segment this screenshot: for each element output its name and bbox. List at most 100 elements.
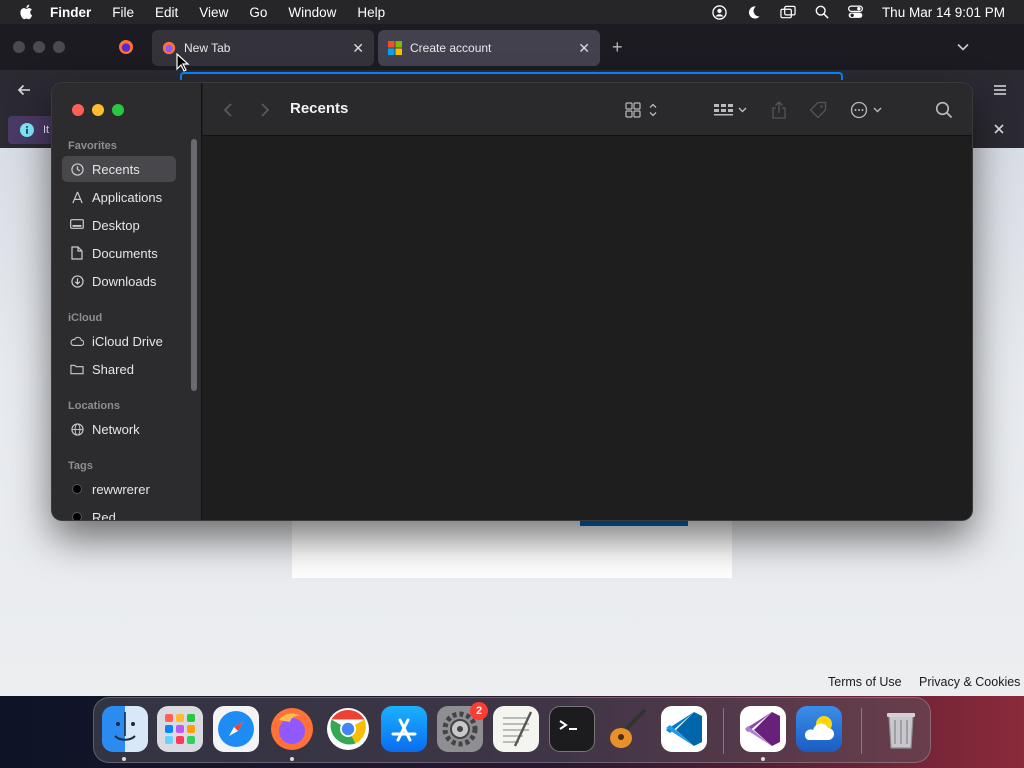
sidebar-item-applications[interactable]: Applications: [62, 184, 176, 210]
running-indicator: [122, 757, 126, 761]
sidebar-item-downloads[interactable]: Downloads: [62, 268, 176, 294]
sidebar-tag-red[interactable]: Red: [62, 504, 176, 520]
group-by-icon[interactable]: [713, 100, 749, 120]
back-arrow-icon[interactable]: [16, 82, 32, 98]
finder-sidebar: Favorites Recents Applications Desktop D…: [52, 83, 202, 520]
finder-file-area[interactable]: [203, 137, 972, 520]
finder-close-button[interactable]: [72, 104, 84, 116]
sidebar-item-shared[interactable]: Shared: [62, 356, 176, 382]
finder-app-icon[interactable]: [102, 706, 148, 752]
shared-folder-icon: [70, 362, 84, 376]
sidebar-scrollbar[interactable]: [191, 139, 197, 391]
dock-separator: [861, 708, 862, 754]
textedit-icon[interactable]: [493, 706, 539, 752]
sidebar-item-label: Documents: [92, 245, 158, 261]
document-icon: [70, 246, 84, 260]
sidebar-item-label: Applications: [92, 189, 163, 205]
tag-color-dot: [72, 512, 82, 520]
sidebar-tag-rewwrerer[interactable]: rewwrerer: [62, 476, 176, 502]
cloud-icon: [70, 334, 84, 348]
menu-view[interactable]: View: [199, 5, 228, 20]
menu-app-name[interactable]: Finder: [50, 5, 91, 20]
finder-zoom-button[interactable]: [112, 104, 124, 116]
sidebar-item-recents[interactable]: Recents: [62, 156, 176, 182]
desktop-icon: [70, 218, 84, 232]
menu-bar: Finder File Edit View Go Window Help Thu…: [0, 0, 1024, 24]
close-tab-icon[interactable]: ✕: [352, 40, 364, 57]
sidebar-item-desktop[interactable]: Desktop: [62, 212, 176, 238]
tab-title: New Tab: [184, 41, 231, 55]
tag-color-dot: [72, 484, 82, 494]
tag-icon[interactable]: [809, 100, 827, 120]
download-icon: [70, 274, 84, 288]
firefox-app-icon[interactable]: [269, 706, 315, 752]
weather-icon[interactable]: [796, 706, 842, 752]
visual-studio-icon[interactable]: [740, 706, 786, 752]
browser-close-button[interactable]: [13, 41, 25, 53]
privacy-link[interactable]: Privacy & Cookies: [919, 675, 1020, 689]
notification-badge: 2: [470, 702, 488, 720]
browser-minimize-button[interactable]: [33, 41, 45, 53]
menu-window[interactable]: Window: [288, 5, 336, 20]
control-center-icon[interactable]: [848, 4, 864, 20]
search-icon[interactable]: [935, 100, 953, 120]
dock: 2: [93, 697, 931, 763]
tab-title: Create account: [410, 41, 492, 55]
menu-icon[interactable]: [992, 82, 1008, 98]
new-tab-icon[interactable]: +: [612, 37, 623, 58]
mouse-cursor: [176, 53, 190, 72]
screen-mirroring-icon[interactable]: [780, 4, 796, 20]
apple-icon[interactable]: [18, 3, 36, 21]
app-store-icon[interactable]: [381, 706, 427, 752]
back-chevron-icon[interactable]: [223, 100, 233, 120]
more-actions-icon[interactable]: [850, 100, 886, 120]
sidebar-item-label: Shared: [92, 361, 134, 377]
info-icon: [20, 123, 34, 137]
clock-icon: [70, 162, 84, 176]
forward-chevron-icon[interactable]: [260, 100, 270, 120]
sidebar-item-documents[interactable]: Documents: [62, 240, 176, 266]
sidebar-section-tags: Tags: [68, 460, 93, 472]
terms-link[interactable]: Terms of Use: [828, 675, 902, 689]
close-tab-icon[interactable]: ✕: [578, 40, 590, 57]
user-icon[interactable]: [712, 4, 728, 20]
sidebar-item-label: Desktop: [92, 217, 140, 233]
terminal-icon[interactable]: [549, 706, 595, 752]
finder-title: Recents: [290, 100, 349, 117]
chevron-down-icon[interactable]: [956, 40, 970, 54]
menu-edit[interactable]: Edit: [155, 5, 178, 20]
next-button[interactable]: [580, 520, 688, 526]
firefox-view-icon[interactable]: [118, 39, 134, 55]
sidebar-item-icloud-drive[interactable]: iCloud Drive: [62, 328, 176, 354]
menu-file[interactable]: File: [112, 5, 134, 20]
icon-view-icon[interactable]: [625, 100, 657, 120]
sidebar-section-favorites: Favorites: [68, 140, 117, 152]
menu-clock[interactable]: Thu Mar 14 9:01 PM: [882, 5, 1005, 20]
tab-strip: New Tab ✕ Create account ✕ +: [0, 24, 1024, 70]
notification-pill: It: [8, 116, 58, 144]
url-bar[interactable]: [180, 72, 843, 80]
tab-create-account[interactable]: Create account ✕: [378, 30, 600, 66]
safari-icon[interactable]: [213, 706, 259, 752]
browser-zoom-button[interactable]: [53, 41, 65, 53]
share-icon[interactable]: [771, 100, 787, 120]
chrome-icon[interactable]: [325, 706, 371, 752]
sidebar-item-network[interactable]: Network: [62, 416, 176, 442]
close-icon[interactable]: [992, 122, 1006, 136]
applications-icon: [70, 190, 84, 204]
launchpad-icon[interactable]: [157, 706, 203, 752]
menu-go[interactable]: Go: [249, 5, 267, 20]
search-icon[interactable]: [814, 4, 830, 20]
vscode-icon[interactable]: [661, 706, 707, 752]
trash-icon[interactable]: [878, 706, 924, 752]
menu-help[interactable]: Help: [357, 5, 385, 20]
moon-icon[interactable]: [746, 4, 762, 20]
microsoft-icon: [388, 41, 402, 55]
finder-minimize-button[interactable]: [92, 104, 104, 116]
globe-icon: [70, 422, 84, 436]
sidebar-item-label: rewwrerer: [92, 481, 150, 497]
running-indicator: [290, 757, 294, 761]
garageband-icon[interactable]: [605, 706, 651, 752]
signup-card: [292, 520, 732, 578]
finder-window: Favorites Recents Applications Desktop D…: [52, 83, 972, 520]
